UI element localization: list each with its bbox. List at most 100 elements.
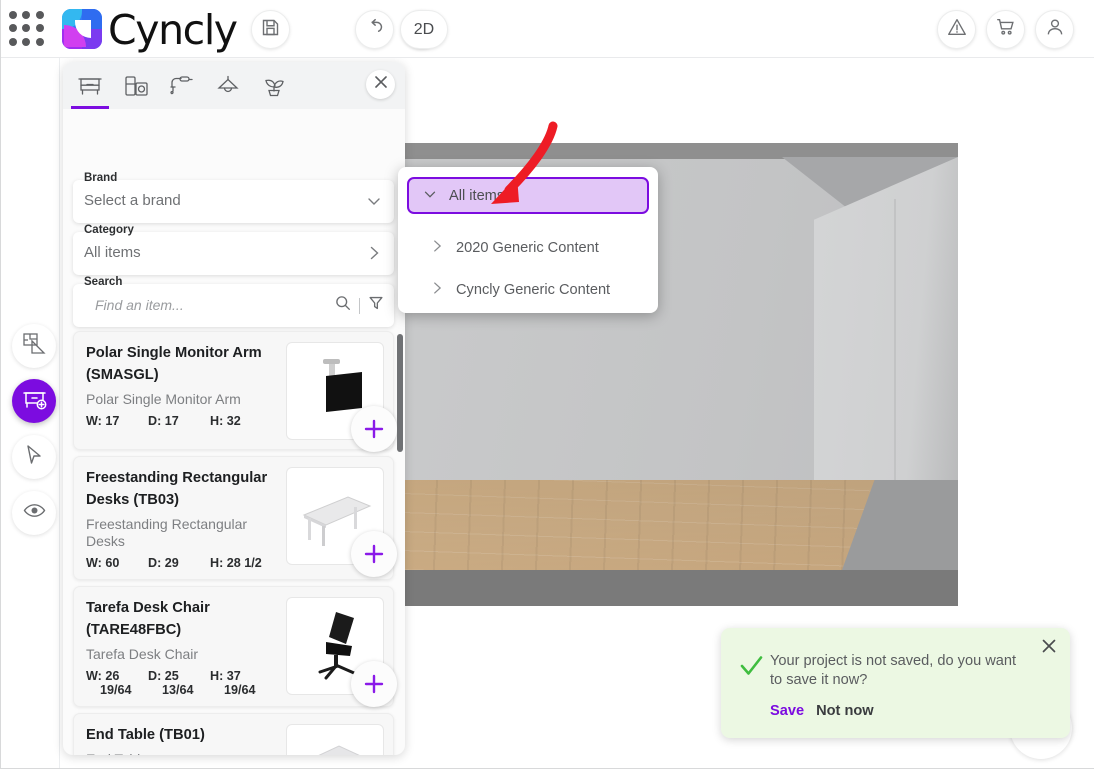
sidebar-item-view[interactable]: [12, 491, 56, 535]
product-subtitle: End Table: [86, 751, 282, 755]
dim-value: 60: [105, 556, 120, 570]
application-root: Cyncly 2D Brand Select a brand Category …: [0, 0, 1094, 769]
divider: [359, 297, 360, 314]
sidebar-item-furniture[interactable]: [12, 379, 56, 423]
category-flyout-menu: All items 2020 Generic Content Cyncly Ge…: [398, 167, 658, 313]
search-icon[interactable]: [334, 294, 352, 317]
catalog-tab-bar: [63, 62, 405, 109]
dim-label: D:: [148, 669, 162, 683]
tab-decor[interactable]: [258, 69, 290, 103]
dim-label: H:: [210, 556, 224, 570]
dim-value: 25: [164, 669, 179, 683]
cursor-arrow-icon: [22, 443, 46, 472]
chevron-down-icon: [421, 185, 439, 207]
chevron-down-icon[interactable]: [364, 191, 384, 216]
tool-rail: [0, 57, 60, 769]
brand-select[interactable]: Brand Select a brand: [73, 172, 394, 223]
add-product-button[interactable]: [351, 661, 397, 707]
flyout-item-all-items[interactable]: All items: [407, 177, 649, 214]
product-title: End Table (TB01): [86, 727, 205, 743]
view-mode-button[interactable]: 2D: [400, 10, 448, 49]
dim-label: D:: [148, 556, 162, 570]
tab-appliances[interactable]: [120, 69, 152, 103]
undo-arrow-icon: [364, 16, 386, 43]
add-product-button[interactable]: [351, 531, 397, 577]
product-thumbnail: [286, 467, 397, 577]
dim-value: 28 1/2: [226, 556, 262, 570]
product-card[interactable]: Tarefa Desk Chair (TARE48FBC) Tarefa Des…: [73, 586, 397, 707]
product-title: Tarefa Desk Chair (TARE48FBC): [86, 600, 210, 638]
dim-label: D:: [148, 414, 162, 428]
chevron-right-icon: [428, 279, 446, 301]
dim-fraction: 13/64: [162, 683, 194, 697]
product-card[interactable]: Freestanding Rectangular Desks (TB03) Fr…: [73, 456, 397, 580]
brand-value: Select a brand: [84, 192, 181, 209]
product-thumbnail: [286, 342, 397, 452]
product-thumbnail: [286, 724, 384, 755]
flyout-item-label: 2020 Generic Content: [456, 240, 599, 256]
flyout-item-2020-generic-content[interactable]: 2020 Generic Content: [428, 237, 599, 259]
dim-label: W:: [86, 556, 102, 570]
viewport-bottom-band: [402, 570, 958, 606]
account-button[interactable]: [1035, 10, 1074, 49]
product-subtitle: Tarefa Desk Chair: [86, 646, 199, 662]
apps-grid-icon[interactable]: [9, 11, 45, 47]
toast-action-row: Save Not now: [770, 703, 874, 719]
furniture-add-icon: [21, 385, 48, 417]
user-account-icon: [1044, 16, 1066, 43]
viewport-top-band: [402, 143, 958, 159]
category-value: All items: [84, 244, 141, 261]
filter-icon[interactable]: [367, 294, 385, 317]
dim-value: 32: [226, 414, 241, 428]
tab-plumbing[interactable]: [166, 69, 198, 103]
eye-icon: [22, 498, 47, 528]
tab-lighting[interactable]: [212, 69, 244, 103]
sidebar-item-select[interactable]: [12, 435, 56, 479]
product-thumbnail: [286, 597, 397, 707]
undo-button[interactable]: [355, 10, 394, 49]
save-project-toast: Your project is not saved, do you want t…: [721, 628, 1070, 738]
search-placeholder: Find an item...: [95, 297, 184, 313]
close-icon: [1041, 639, 1057, 658]
brand-label: Brand: [84, 172, 118, 184]
product-title: Polar Single Monitor Arm (SMASGL): [86, 345, 262, 383]
dim-value: 17: [105, 414, 120, 428]
panel-scrollbar[interactable]: [397, 334, 403, 452]
flyout-item-cyncly-generic-content[interactable]: Cyncly Generic Content: [428, 279, 610, 301]
product-list[interactable]: Polar Single Monitor Arm (SMASGL) Polar …: [63, 325, 405, 755]
product-card[interactable]: Polar Single Monitor Arm (SMASGL) Polar …: [73, 331, 397, 452]
dim-value: 37: [226, 669, 241, 683]
search-label: Search: [84, 276, 123, 288]
warning-triangle-icon: [946, 16, 968, 43]
tab-furniture[interactable]: [71, 69, 109, 109]
product-subtitle: Polar Single Monitor Arm: [86, 391, 241, 407]
chevron-right-icon[interactable]: [364, 243, 384, 268]
close-toast-button[interactable]: [1041, 638, 1057, 659]
close-icon: [374, 75, 388, 94]
close-panel-button[interactable]: [366, 70, 395, 99]
dim-value: 26: [105, 669, 120, 683]
floppy-disk-icon: [260, 17, 281, 43]
product-title: Freestanding Rectangular Desks (TB03): [86, 470, 268, 508]
product-dimensions: W: 60 D: 29 H: 28 1/2: [86, 556, 282, 570]
save-button[interactable]: [251, 10, 290, 49]
add-product-button[interactable]: [351, 406, 397, 452]
category-select[interactable]: Category All items: [73, 224, 394, 275]
sidebar-item-floorplan[interactable]: [12, 324, 56, 368]
dim-value: 17: [164, 414, 179, 428]
category-label: Category: [84, 224, 134, 236]
header-divider: [0, 57, 1094, 58]
room-wall-edge: [894, 199, 896, 499]
brand-name: Cyncly: [108, 6, 238, 54]
not-now-action-link[interactable]: Not now: [816, 703, 874, 719]
cart-button[interactable]: [986, 10, 1025, 49]
search-field[interactable]: Search Find an item...: [73, 276, 394, 327]
save-action-link[interactable]: Save: [770, 703, 804, 719]
dim-value: 29: [164, 556, 179, 570]
warnings-button[interactable]: [937, 10, 976, 49]
dim-label: W:: [86, 669, 102, 683]
shopping-cart-icon: [995, 16, 1017, 43]
product-card[interactable]: End Table (TB01) End Table W: 24 D: 24 H…: [73, 713, 394, 755]
dim-fraction: 19/64: [224, 683, 256, 697]
flyout-item-label: All items: [449, 187, 505, 204]
